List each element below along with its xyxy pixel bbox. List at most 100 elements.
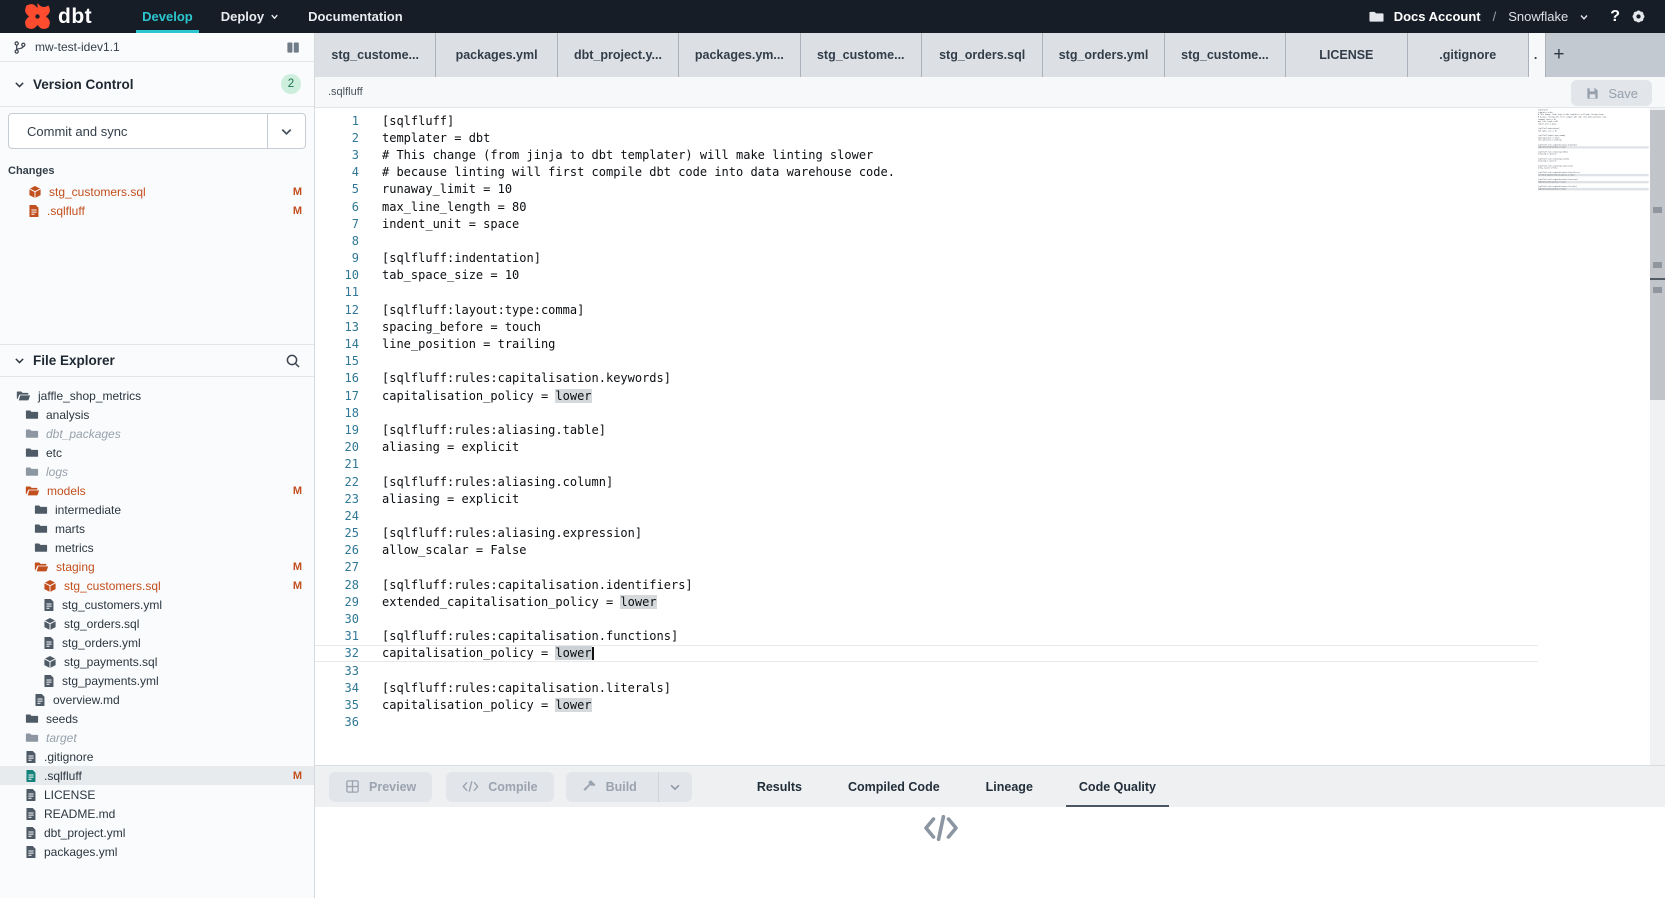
changed-file-stg_customers.sql[interactable]: stg_customers.sqlM (0, 182, 314, 201)
code-editor[interactable]: 1[sqlfluff]2templater = dbt3# This chang… (315, 108, 1665, 765)
bottom-tab-compiled-code[interactable]: Compiled Code (825, 766, 963, 808)
tree-item-README.md[interactable]: README.md (0, 804, 314, 823)
tree-item-LICENSE[interactable]: LICENSE (0, 785, 314, 804)
build-options-chevron[interactable] (658, 772, 692, 802)
dbt-logo[interactable]: dbt (24, 3, 92, 30)
code-line-5[interactable]: 5runaway_limit = 10 (315, 181, 1665, 198)
search-icon[interactable] (285, 353, 301, 369)
tree-item-intermediate[interactable]: intermediate (0, 500, 314, 519)
scrollbar-thumb[interactable] (1650, 110, 1665, 400)
tree-item-packages.yml[interactable]: packages.yml (0, 842, 314, 861)
preview-button[interactable]: Preview (329, 772, 432, 802)
tree-item-dbt_packages[interactable]: dbt_packages (0, 424, 314, 443)
editor-tab-active-partial[interactable]: . (1529, 33, 1546, 77)
code-line-28[interactable]: 28[sqlfluff:rules:capitalisation.identif… (315, 576, 1665, 593)
help-icon[interactable]: ? (1610, 8, 1620, 26)
tree-item-stg_payments.yml[interactable]: stg_payments.yml (0, 671, 314, 690)
tree-item-marts[interactable]: marts (0, 519, 314, 538)
tree-item-target[interactable]: target (0, 728, 314, 747)
nav-item-documentation[interactable]: Documentation (294, 0, 417, 33)
editor-tab[interactable]: stg_custome... (801, 33, 922, 77)
code-line-1[interactable]: 1[sqlfluff] (315, 112, 1665, 129)
account-project[interactable]: Docs Account (1394, 9, 1481, 24)
tree-item-models[interactable]: modelsM (0, 481, 314, 500)
bottom-tab-lineage[interactable]: Lineage (963, 766, 1056, 808)
code-line-22[interactable]: 22[sqlfluff:rules:aliasing.column] (315, 473, 1665, 490)
code-line-18[interactable]: 18 (315, 404, 1665, 421)
code-line-23[interactable]: 23aliasing = explicit (315, 490, 1665, 507)
tree-item-metrics[interactable]: metrics (0, 538, 314, 557)
editor-tab[interactable]: LICENSE (1286, 33, 1407, 77)
code-line-32[interactable]: 32capitalisation_policy = lower (315, 645, 1665, 662)
code-line-14[interactable]: 14line_position = trailing (315, 335, 1665, 352)
tree-item-stg_payments.sql[interactable]: stg_payments.sql (0, 652, 314, 671)
tree-item-etc[interactable]: etc (0, 443, 314, 462)
tree-item-seeds[interactable]: seeds (0, 709, 314, 728)
editor-tab[interactable]: stg_orders.yml (1043, 33, 1164, 77)
code-line-19[interactable]: 19[sqlfluff:rules:aliasing.table] (315, 421, 1665, 438)
code-line-10[interactable]: 10tab_space_size = 10 (315, 267, 1665, 284)
compile-button[interactable]: Compile (446, 772, 553, 802)
code-line-11[interactable]: 11 (315, 284, 1665, 301)
new-tab-button[interactable]: + (1546, 33, 1572, 77)
bottom-tab-code-quality[interactable]: Code Quality (1056, 766, 1179, 808)
code-line-24[interactable]: 24 (315, 507, 1665, 524)
tree-item-staging[interactable]: stagingM (0, 557, 314, 576)
code-line-31[interactable]: 31[sqlfluff:rules:capitalisation.functio… (315, 628, 1665, 645)
code-line-3[interactable]: 3# This change (from jinja to dbt templa… (315, 146, 1665, 163)
code-line-34[interactable]: 34[sqlfluff:rules:capitalisation.literal… (315, 679, 1665, 696)
code-line-33[interactable]: 33 (315, 662, 1665, 679)
editor-scrollbar[interactable] (1650, 108, 1665, 765)
code-line-13[interactable]: 13spacing_before = touch (315, 318, 1665, 335)
code-line-15[interactable]: 15 (315, 353, 1665, 370)
editor-tab[interactable]: .gitignore (1408, 33, 1529, 77)
code-line-7[interactable]: 7indent_unit = space (315, 215, 1665, 232)
tree-item-dbt_project.yml[interactable]: dbt_project.yml (0, 823, 314, 842)
code-line-2[interactable]: 2templater = dbt (315, 129, 1665, 146)
editor-tab[interactable]: stg_orders.sql (922, 33, 1043, 77)
code-line-20[interactable]: 20aliasing = explicit (315, 439, 1665, 456)
branch-row[interactable]: mw-test-idev1.1 (0, 33, 314, 62)
code-line-26[interactable]: 26allow_scalar = False (315, 542, 1665, 559)
code-line-27[interactable]: 27 (315, 559, 1665, 576)
tree-item-stg_orders.yml[interactable]: stg_orders.yml (0, 633, 314, 652)
editor-tab[interactable]: stg_custome... (315, 33, 436, 77)
tree-item-stg_customers.sql[interactable]: stg_customers.sqlM (0, 576, 314, 595)
tree-item-.sqlfluff[interactable]: .sqlfluffM (0, 766, 314, 785)
tree-item-.gitignore[interactable]: .gitignore (0, 747, 314, 766)
tree-item-analysis[interactable]: analysis (0, 405, 314, 424)
code-line-17[interactable]: 17capitalisation_policy = lower (315, 387, 1665, 404)
nav-item-deploy[interactable]: Deploy (207, 0, 294, 33)
file-explorer-header[interactable]: File Explorer (0, 344, 314, 377)
editor-tab[interactable]: dbt_project.y... (558, 33, 679, 77)
tree-item-stg_orders.sql[interactable]: stg_orders.sql (0, 614, 314, 633)
commit-options-chevron[interactable] (267, 114, 305, 148)
code-line-12[interactable]: 12[sqlfluff:layout:type:comma] (315, 301, 1665, 318)
code-line-16[interactable]: 16[sqlfluff:rules:capitalisation.keyword… (315, 370, 1665, 387)
tree-item-jaffle_shop_metrics[interactable]: jaffle_shop_metrics (0, 386, 314, 405)
chevron-down-icon[interactable] (1578, 11, 1590, 23)
tree-item-stg_customers.yml[interactable]: stg_customers.yml (0, 595, 314, 614)
code-line-35[interactable]: 35capitalisation_policy = lower (315, 696, 1665, 713)
commit-and-sync-button[interactable]: Commit and sync (8, 113, 306, 149)
tree-item-logs[interactable]: logs (0, 462, 314, 481)
save-button[interactable]: Save (1571, 80, 1652, 106)
split-panes-icon[interactable] (285, 40, 301, 55)
code-line-9[interactable]: 9[sqlfluff:indentation] (315, 250, 1665, 267)
code-line-29[interactable]: 29extended_capitalisation_policy = lower (315, 593, 1665, 610)
code-line-6[interactable]: 6max_line_length = 80 (315, 198, 1665, 215)
editor-tab[interactable]: packages.ym... (679, 33, 800, 77)
code-line-25[interactable]: 25[sqlfluff:rules:aliasing.expression] (315, 525, 1665, 542)
minimap[interactable]: [sqlfluff]templater = dbt# This change (… (1538, 108, 1650, 765)
nav-item-develop[interactable]: Develop (128, 0, 207, 33)
code-line-30[interactable]: 30 (315, 610, 1665, 627)
editor-tab[interactable]: stg_custome... (1165, 33, 1286, 77)
bottom-tab-results[interactable]: Results (734, 766, 825, 808)
tree-item-overview.md[interactable]: overview.md (0, 690, 314, 709)
code-line-8[interactable]: 8 (315, 232, 1665, 249)
account-connection[interactable]: Snowflake (1508, 9, 1568, 24)
code-line-21[interactable]: 21 (315, 456, 1665, 473)
code-line-36[interactable]: 36 (315, 714, 1665, 731)
editor-tab[interactable]: packages.yml (436, 33, 557, 77)
build-button[interactable]: Build (566, 772, 692, 802)
